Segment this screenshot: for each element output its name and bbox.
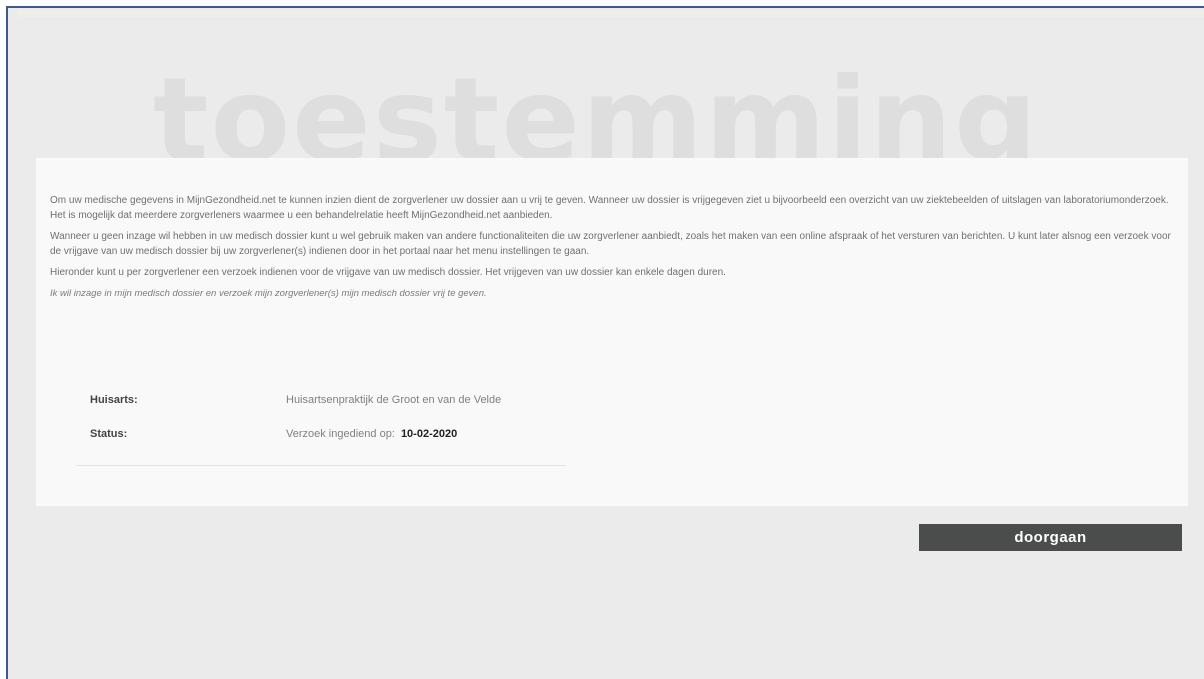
status-label: Status: [90,428,128,440]
huisarts-value: Huisartsenpraktijk de Groot en van de Ve… [286,394,502,406]
divider [76,465,566,466]
continue-button[interactable]: doorgaan [919,524,1182,551]
consent-card: Om uw medische gegevens in MijnGezondhei… [36,158,1188,506]
intro-text: Om uw medische gegevens in MijnGezondhei… [50,193,1172,307]
intro-paragraph-2: Wanneer u geen inzage wil hebben in uw m… [50,231,1171,257]
huisarts-row: Huisarts: Huisartsenpraktijk de Groot en… [90,390,580,410]
consent-statement: Ik wil inzage in mijn medisch dossier en… [50,288,487,299]
intro-paragraph-3: Hieronder kunt u per zorgverlener een ve… [50,267,726,278]
provider-details: Huisarts: Huisartsenpraktijk de Groot en… [90,390,580,458]
intro-paragraph-1: Om uw medische gegevens in MijnGezondhei… [50,195,1169,221]
status-text: Verzoek ingediend op: [286,428,395,440]
huisarts-label: Huisarts: [90,394,138,406]
status-date: 10-02-2020 [400,428,458,440]
status-value: Verzoek ingediend op: 10-02-2020 [286,424,457,444]
status-row: Status: Verzoek ingediend op: 10-02-2020 [90,424,580,444]
top-strip [18,10,1204,17]
app-window: toestemming Om uw medische gegevens in M… [6,6,1204,679]
